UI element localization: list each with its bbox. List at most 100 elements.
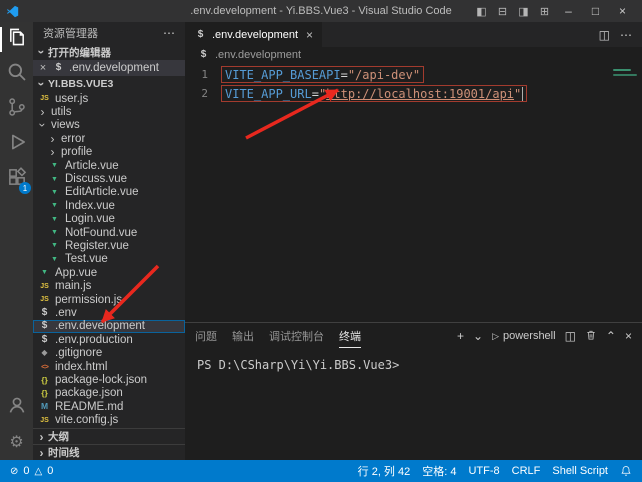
tree-item-user.js[interactable]: JSuser.js [33, 92, 185, 105]
tree-item-Index.vue[interactable]: ▼Index.vue [33, 199, 185, 212]
tree-item-Register.vue[interactable]: ▼Register.vue [33, 239, 185, 252]
tree-item-package.json[interactable]: {}package.json [33, 387, 185, 400]
status-encoding[interactable]: UTF-8 [468, 465, 499, 477]
status-indentation[interactable]: 空格: 4 [422, 463, 456, 479]
maximize-panel-icon[interactable]: ⌃ [606, 329, 616, 343]
profile-chevron-icon[interactable]: ⌄ [473, 329, 483, 343]
toggle-panel-icon[interactable]: ⊟ [492, 5, 513, 18]
tab-label: .env.development [212, 29, 298, 41]
warning-icon: △ [35, 466, 43, 477]
more-actions-icon[interactable]: ⋯ [620, 28, 632, 42]
customize-layout-icon[interactable]: ⊞ [534, 5, 555, 18]
token: = [341, 68, 348, 82]
activity-extensions[interactable]: 1 [0, 162, 33, 197]
close-button[interactable]: × [609, 4, 636, 18]
more-actions-icon[interactable]: ⋯ [163, 26, 175, 40]
error-icon: ⊘ [10, 466, 18, 477]
activity-search[interactable] [0, 57, 33, 92]
code-line-content: VITE_APP_BASEAPI="/api-dev" [221, 66, 424, 83]
panel-actions: + ⌄ ▷ powershell ◫ ⌃ × [457, 329, 632, 344]
tree-item-.env.production[interactable]: $.env.production [33, 333, 185, 346]
tree-item-.gitignore[interactable]: ◆.gitignore [33, 346, 185, 359]
timeline-section-header[interactable]: › 时间线 [33, 444, 185, 460]
notifications-bell-icon[interactable] [620, 465, 632, 477]
maximize-button[interactable]: □ [582, 4, 609, 18]
warning-count: 0 [47, 465, 53, 477]
sidebar-header: 资源管理器 ⋯ [33, 22, 185, 44]
tree-item-vite.config.js[interactable]: JSvite.config.js [33, 413, 185, 426]
file-label: NotFound.vue [65, 227, 137, 239]
code-line[interactable]: 2VITE_APP_URL="http://localhost:19001/ap… [185, 84, 642, 103]
panel-tab-problems[interactable]: 问题 [195, 324, 217, 348]
tree-item-utils[interactable]: ›utils [33, 105, 185, 118]
file-tree: JSuser.js›utils›views›error›profile▼Arti… [33, 92, 185, 428]
split-terminal-icon[interactable]: ◫ [565, 329, 576, 343]
tree-item-Article.vue[interactable]: ▼Article.vue [33, 159, 185, 172]
minimap[interactable] [611, 66, 639, 79]
md-icon: M [38, 402, 51, 411]
tree-item-NotFound.vue[interactable]: ▼NotFound.vue [33, 226, 185, 239]
file-label: EditArticle.vue [65, 186, 139, 198]
tab-env-development[interactable]: $ .env.development × [185, 22, 323, 47]
panel-tab-debug-console[interactable]: 调试控制台 [269, 324, 324, 348]
tree-item-.env[interactable]: $.env [33, 306, 185, 319]
new-terminal-icon[interactable]: + [457, 329, 464, 343]
problems-indicator[interactable]: ⊘ 0 △ 0 [10, 465, 53, 477]
panel-header: 问题输出调试控制台终端 + ⌄ ▷ powershell ◫ ⌃ × [185, 323, 642, 349]
search-icon [6, 61, 28, 88]
toggle-secondary-sidebar-icon[interactable]: ◨ [513, 5, 534, 18]
activity-run-and-debug[interactable] [0, 127, 33, 162]
panel-tab-output[interactable]: 输出 [232, 324, 254, 348]
project-root-header[interactable]: › YI.BBS.VUE3 [33, 76, 185, 92]
code-editor[interactable]: 1VITE_APP_BASEAPI="/api-dev"2VITE_APP_UR… [185, 63, 642, 322]
tree-item-Discuss.vue[interactable]: ▼Discuss.vue [33, 172, 185, 185]
close-tab-icon[interactable]: × [306, 28, 313, 42]
kill-terminal-icon[interactable] [585, 329, 597, 344]
tree-item-EditArticle.vue[interactable]: ▼EditArticle.vue [33, 186, 185, 199]
toggle-sidebar-icon[interactable]: ◧ [471, 5, 492, 18]
open-editor-item[interactable]: × $ .env.development [33, 60, 185, 76]
breadcrumb[interactable]: $ .env.development [185, 47, 642, 63]
tree-item-App.vue[interactable]: ▼App.vue [33, 266, 185, 279]
panel-tab-terminal[interactable]: 终端 [339, 324, 361, 348]
tree-item-index.html[interactable]: <>index.html [33, 360, 185, 373]
file-label: package-lock.json [55, 374, 147, 386]
activity-manage[interactable]: ⚙ [0, 425, 33, 460]
vue-icon: ▼ [48, 242, 61, 249]
terminal[interactable]: PS D:\CSharp\Yi\Yi.BBS.Vue3> [185, 349, 642, 460]
minimap-line [613, 74, 637, 76]
outline-section-header[interactable]: › 大纲 [33, 428, 185, 444]
tree-item-Login.vue[interactable]: ▼Login.vue [33, 213, 185, 226]
activity-source-control[interactable] [0, 92, 33, 127]
terminal-profile-dropdown[interactable]: ▷ powershell [492, 330, 556, 342]
tree-item-.env.development[interactable]: $.env.development [33, 320, 185, 333]
activity-explorer[interactable] [0, 22, 33, 57]
tree-item-Test.vue[interactable]: ▼Test.vue [33, 253, 185, 266]
panel: 问题输出调试控制台终端 + ⌄ ▷ powershell ◫ ⌃ × [185, 322, 642, 460]
minimize-button[interactable]: – [555, 4, 582, 18]
status-eol[interactable]: CRLF [512, 465, 541, 477]
file-label: Index.vue [65, 200, 115, 212]
close-panel-icon[interactable]: × [625, 329, 632, 343]
tree-item-views[interactable]: ›views [33, 119, 185, 132]
tree-item-permission.js[interactable]: JSpermission.js [33, 293, 185, 306]
tree-item-package-lock.json[interactable]: {}package-lock.json [33, 373, 185, 386]
breadcrumb-item: .env.development [215, 49, 301, 61]
split-editor-icon[interactable]: ◫ [599, 28, 610, 42]
file-label: Article.vue [65, 160, 119, 172]
env-icon: $ [194, 30, 207, 40]
status-cursor-position[interactable]: 行 2, 列 42 [358, 463, 411, 479]
tree-item-profile[interactable]: ›profile [33, 146, 185, 159]
timeline-label: 时间线 [48, 445, 80, 460]
vue-icon: ▼ [48, 216, 61, 223]
explorer-icon [6, 26, 28, 53]
tree-item-error[interactable]: ›error [33, 132, 185, 145]
activity-accounts[interactable] [0, 390, 33, 425]
open-editors-header[interactable]: › 打开的编辑器 [33, 44, 185, 60]
token: " [319, 87, 326, 101]
status-language-mode[interactable]: Shell Script [552, 465, 608, 477]
tree-item-README.md[interactable]: MREADME.md [33, 400, 185, 413]
code-line[interactable]: 1VITE_APP_BASEAPI="/api-dev" [185, 65, 642, 84]
tree-item-main.js[interactable]: JSmain.js [33, 279, 185, 292]
close-icon[interactable]: × [38, 62, 48, 74]
